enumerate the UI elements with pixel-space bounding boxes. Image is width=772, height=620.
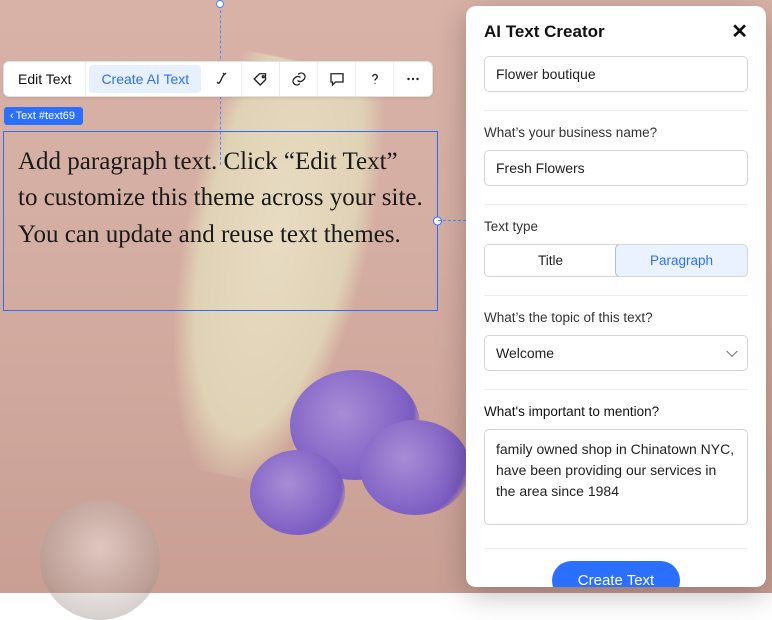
business-name-input[interactable] [484,150,748,186]
selected-text-block[interactable]: Add paragraph text. Click “Edit Text” to… [3,131,438,311]
edit-text-button[interactable]: Edit Text [4,62,86,96]
seo-tag-icon[interactable] [242,62,280,96]
close-icon[interactable]: ✕ [731,22,748,42]
bg-orchid [360,420,470,515]
animation-icon[interactable] [204,62,242,96]
more-icon[interactable] [394,62,432,96]
link-icon[interactable] [280,62,318,96]
comment-icon[interactable] [318,62,356,96]
business-name-label: What’s your business name? [484,125,748,140]
panel-title: AI Text Creator [484,22,605,42]
paragraph-text: Add paragraph text. Click “Edit Text” to… [18,148,423,248]
help-icon[interactable] [356,62,394,96]
text-type-paragraph-option[interactable]: Paragraph [615,244,748,277]
topic-select[interactable]: Welcome [484,335,748,371]
alignment-guide-horizontal [438,220,466,221]
text-toolbar: Edit Text Create AI Text [3,61,433,97]
bg-orchid [250,450,345,535]
alignment-handle[interactable] [216,0,224,8]
editor-canvas[interactable]: Edit Text Create AI Text ‹ Text #text69 … [0,0,772,593]
topic-label: What’s the topic of this text? [484,310,748,325]
ai-text-creator-panel: AI Text Creator ✕ What’s your business n… [466,6,766,587]
resize-handle-right[interactable] [433,217,442,226]
mention-textarea[interactable] [484,429,748,525]
text-type-title-option[interactable]: Title [485,245,616,276]
text-type-label: Text type [484,219,748,234]
create-ai-text-button[interactable]: Create AI Text [89,65,201,93]
element-tag-chip[interactable]: ‹ Text #text69 [4,107,83,125]
text-type-segmented: Title Paragraph [484,244,748,277]
bg-vase [40,500,160,620]
business-type-input[interactable] [484,56,748,92]
mention-label: What's important to mention? [484,404,748,419]
element-tag-label: Text #text69 [16,110,75,122]
create-text-button[interactable]: Create Text [552,561,680,587]
chevron-left-icon: ‹ [10,110,14,122]
